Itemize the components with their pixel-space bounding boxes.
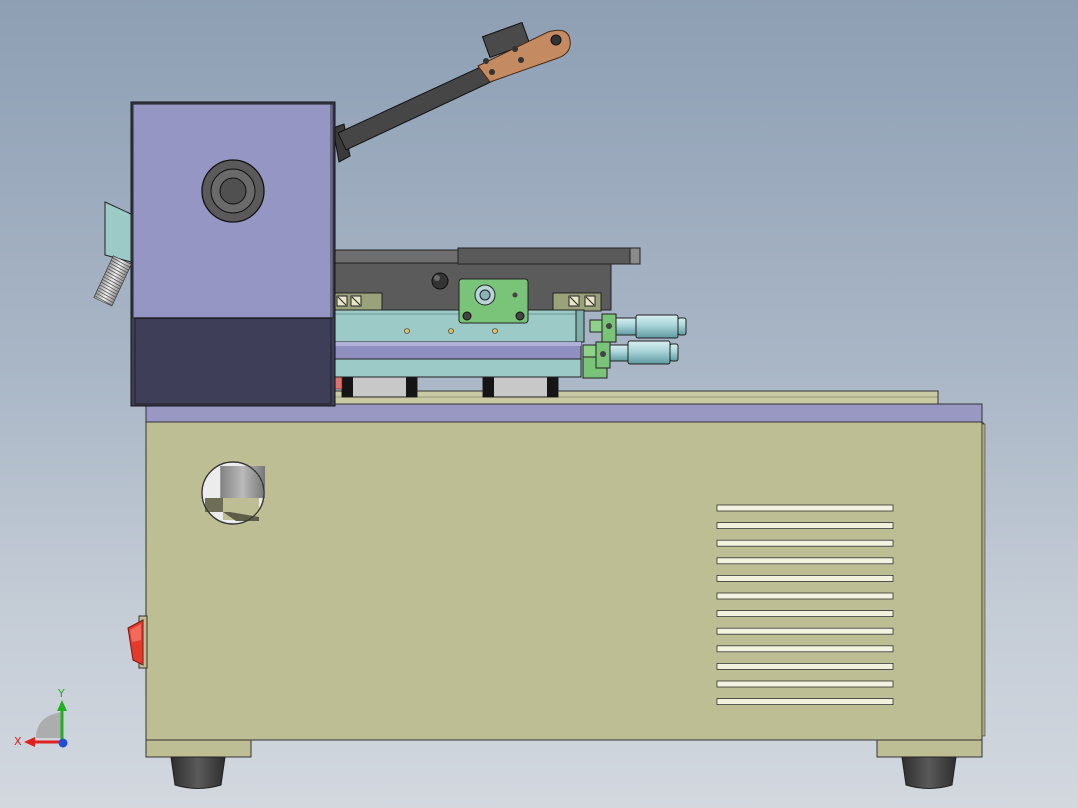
machine-drawing: X Y [14,21,986,789]
head-knob[interactable] [201,159,265,223]
rail-block-right [482,376,559,398]
micrometer-lower[interactable] [582,340,679,379]
vent-slot [716,575,894,582]
vent-slot [716,557,894,565]
vent-slot [716,627,894,635]
vent-slot [716,522,894,529]
slide-assembly [332,247,687,379]
side-spring [93,255,132,307]
vent-slot [716,592,894,600]
axis-triad: X Y [14,687,68,748]
left-plinth [145,739,252,758]
terminal-block-left [333,292,383,312]
linear-rail [329,376,939,405]
mount-block [458,278,529,324]
vent-slot [716,663,894,670]
vent-slot [716,645,894,653]
arm-bracket [477,21,571,83]
left-foot [170,756,226,789]
vent-slot [716,680,894,688]
power-switch[interactable] [127,615,148,669]
y-axis-arrow [57,700,67,711]
micrometer-upper[interactable] [589,313,687,343]
rail-block-left [341,376,418,398]
vent-slot [716,539,894,547]
vent-slot [716,504,894,512]
vent-slot [716,698,894,705]
cad-viewport[interactable]: X Y [0,0,1078,808]
z-axis-dot [58,738,68,748]
top-plate-rod [457,247,641,265]
right-plinth [876,739,983,758]
cable-spring [220,466,265,498]
terminal-block-right [552,292,602,312]
operating-arm[interactable] [332,21,571,163]
y-axis-label: Y [57,687,65,700]
upper-slide-plate [332,309,582,343]
lower-slide-plate [332,358,582,378]
head-housing [93,101,336,407]
side-bracket [104,201,132,263]
x-axis-label: X [14,735,22,748]
cable-port [201,461,265,525]
vent-slot [716,610,894,617]
right-foot [901,756,957,789]
base-top-strip [145,403,983,423]
head-lower [134,317,332,405]
x-axis-arrow [24,737,35,747]
